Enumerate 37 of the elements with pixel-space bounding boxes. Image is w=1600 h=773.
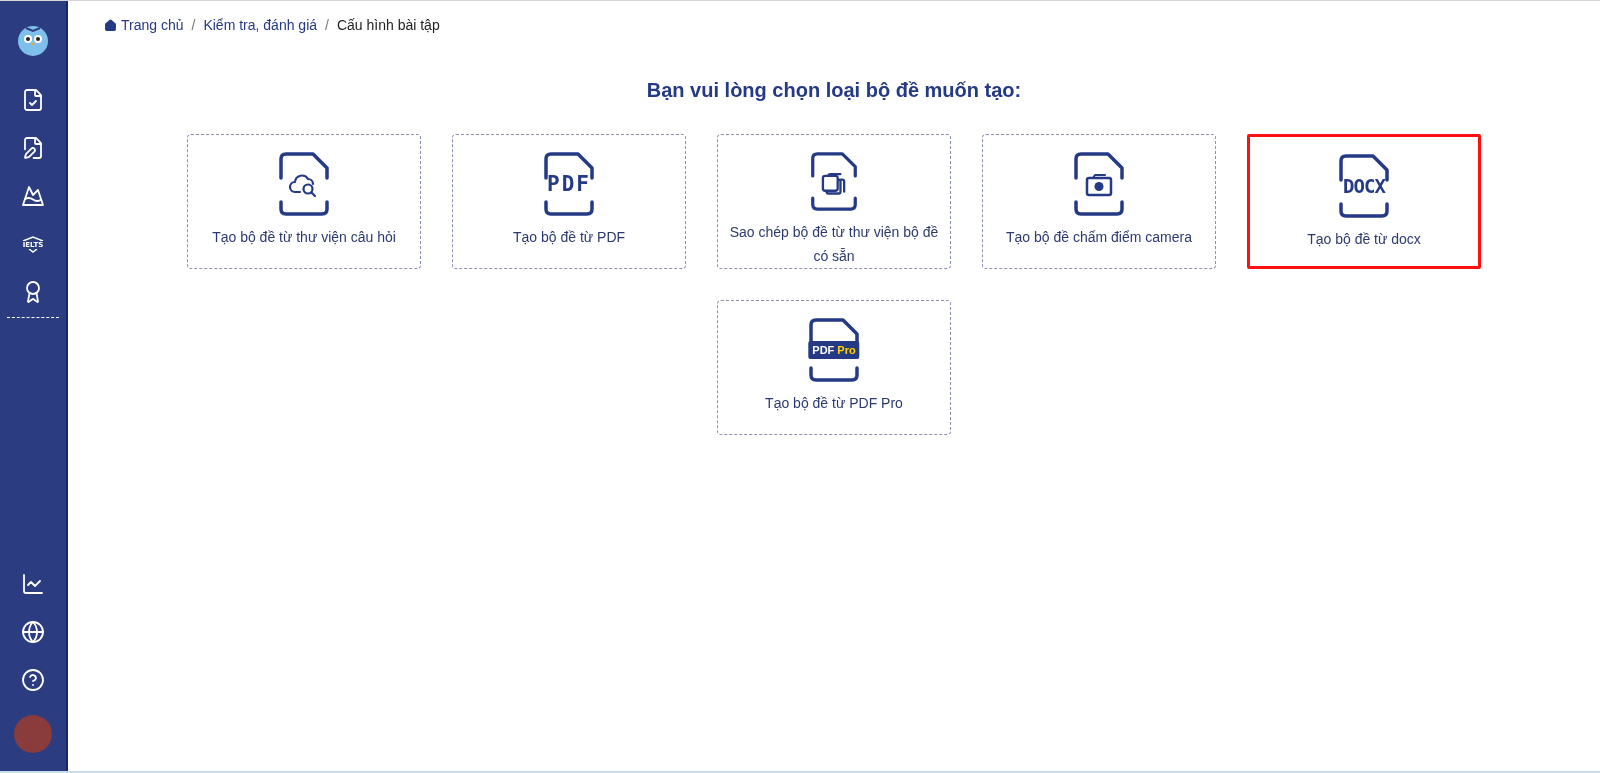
breadcrumb-separator: / (325, 17, 329, 33)
breadcrumb-separator: / (191, 17, 196, 33)
file-frame-icon (808, 317, 860, 383)
help-icon[interactable] (21, 668, 45, 692)
line-chart-icon[interactable] (21, 572, 45, 596)
document-check-icon[interactable] (21, 88, 45, 112)
option-card[interactable]: Tạo bộ đề chấm điểm camera (982, 134, 1216, 269)
option-card[interactable]: DOCX Tạo bộ đề từ docx (1247, 134, 1481, 269)
card-label: Tạo bộ đề chấm điểm camera (1006, 228, 1192, 247)
camera-icon (1073, 151, 1125, 217)
option-card[interactable]: PDF Tạo bộ đề từ PDF (452, 134, 686, 269)
option-card[interactable]: Sao chép bộ đề từ thư viện bộ đề có sẵn (717, 134, 951, 269)
card-label: Tạo bộ đề từ PDF Pro (765, 394, 903, 413)
option-card[interactable]: Tạo bộ đề từ thư viện câu hỏi (187, 134, 421, 269)
page-heading: Bạn vui lòng chọn loại bộ đề muốn tạo: (645, 79, 1023, 102)
document-pen-icon[interactable] (21, 136, 45, 160)
breadcrumb-link[interactable]: Trang chủ (104, 17, 184, 33)
pdf-pro-badge: PDF Pro (808, 341, 860, 359)
file-frame-icon (1338, 153, 1390, 219)
copy-icon (808, 151, 860, 212)
home-icon (104, 18, 117, 32)
card-label: Tạo bộ đề từ docx (1307, 230, 1421, 249)
file-type-label: PDF (547, 172, 591, 196)
file-type-label: DOCX (1343, 175, 1385, 197)
owl-logo-icon (16, 23, 50, 57)
card-label: Tạo bộ đề từ PDF (512, 228, 626, 247)
file-frame-icon (543, 151, 595, 217)
option-card[interactable]: PDF Pro Tạo bộ đề từ PDF Pro (717, 300, 951, 435)
breadcrumb-link[interactable]: Kiểm tra, đánh giá (203, 17, 318, 33)
mountain-icon[interactable] (21, 184, 45, 208)
chevron-down-icon (28, 248, 38, 253)
cloud-search-icon (278, 151, 330, 217)
current-page-title: Cấu hình bài tập (336, 17, 440, 33)
card-label: Tạo bộ đề từ thư viện câu hỏi (212, 228, 396, 247)
roof-icon (22, 235, 44, 241)
card-label: Sao chép bộ đề từ thư viện bộ đề có sẵn (728, 223, 940, 266)
globe-icon[interactable] (21, 620, 45, 644)
